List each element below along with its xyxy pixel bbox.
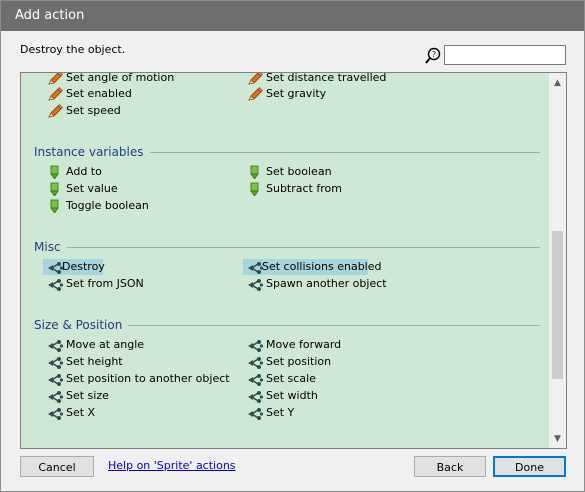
- list-item-label: Set position: [266, 355, 332, 368]
- list-item-label: Set collisions enabled: [262, 260, 382, 273]
- sprite-action-icon: [247, 373, 263, 386]
- sprite-action-icon: [47, 373, 63, 386]
- list-item-label: Subtract from: [266, 182, 342, 195]
- list-item-label: Set width: [266, 389, 318, 402]
- green-marker-icon: [250, 165, 259, 179]
- sprite-action-icon: [247, 356, 263, 369]
- list-item-label: Set from JSON: [66, 277, 144, 290]
- list-item-destroy-selected[interactable]: Destroy: [43, 259, 105, 275]
- list-item-label: Set position to another object: [66, 372, 230, 385]
- green-marker-icon: [250, 182, 259, 196]
- actions-list[interactable]: Set angle of motion Set distance travell…: [20, 72, 567, 449]
- section-title: Instance variables: [34, 143, 150, 161]
- add-action-dialog: Add action Destroy the object. ? Set ang…: [0, 0, 585, 492]
- window-title: Add action: [1, 1, 584, 31]
- back-button[interactable]: Back: [414, 456, 486, 477]
- list-item-label: Set angle of motion: [66, 73, 175, 84]
- list-item-label: Add to: [66, 165, 102, 178]
- help-link[interactable]: Help on 'Sprite' actions: [108, 459, 236, 472]
- green-marker-icon: [50, 165, 59, 179]
- list-item-set-collisions-enabled-highlighted[interactable]: Set collisions enabled: [243, 259, 382, 275]
- green-marker-icon: [50, 199, 59, 213]
- done-button[interactable]: Done: [493, 456, 566, 477]
- list-item-label: Move forward: [266, 338, 342, 351]
- list-item-label: Set X: [66, 406, 96, 419]
- list-item-label: Set scale: [266, 372, 316, 385]
- list-item-label: Set enabled: [66, 87, 132, 100]
- list-item-label: Set size: [66, 389, 109, 402]
- section-title: Size & Position: [34, 316, 129, 334]
- scrollbar-thumb[interactable]: [552, 231, 563, 379]
- actions-list-content: Set angle of motion Set distance travell…: [21, 73, 549, 448]
- list-item-label: Destroy: [62, 260, 105, 273]
- section-header-instance-variables: Instance variables: [34, 143, 540, 161]
- green-marker-icon: [50, 182, 59, 196]
- sprite-action-icon: [47, 278, 63, 291]
- list-item-label: Toggle boolean: [66, 199, 149, 212]
- svg-text:?: ?: [432, 50, 436, 59]
- sprite-action-icon: [47, 261, 63, 274]
- list-item-label: Set gravity: [266, 87, 327, 100]
- cancel-button[interactable]: Cancel: [20, 456, 94, 477]
- sprite-action-icon: [247, 261, 263, 274]
- list-item-label: Set boolean: [266, 165, 332, 178]
- sprite-action-icon: [247, 407, 263, 420]
- list-item-label: Set speed: [66, 104, 121, 117]
- section-title: Misc: [34, 238, 67, 256]
- section-header-size-position: Size & Position: [34, 316, 540, 334]
- pencil-icon: [48, 73, 63, 85]
- sprite-action-icon: [247, 390, 263, 403]
- sprite-action-icon: [47, 407, 63, 420]
- sprite-action-icon: [47, 356, 63, 369]
- list-item-label: Move at angle: [66, 338, 145, 351]
- sprite-action-icon: [247, 278, 263, 291]
- section-header-misc: Misc: [34, 238, 540, 256]
- list-item-label: Set distance travelled: [266, 73, 387, 84]
- vertical-scrollbar[interactable]: ▲ ▼: [549, 73, 566, 448]
- section-divider: [34, 247, 540, 248]
- pencil-icon: [48, 104, 63, 118]
- pencil-icon: [248, 73, 263, 85]
- list-item-label: Set Y: [266, 406, 295, 419]
- search-icon: ?: [425, 47, 441, 64]
- list-item-label: Set value: [66, 182, 118, 195]
- sprite-action-icon: [47, 390, 63, 403]
- sprite-action-icon: [247, 339, 263, 352]
- list-item-label: Set height: [66, 355, 123, 368]
- scroll-up-arrow-icon[interactable]: ▲: [549, 75, 566, 92]
- pencil-icon: [248, 87, 263, 101]
- pencil-icon: [48, 87, 63, 101]
- sprite-action-icon: [47, 339, 63, 352]
- search-input[interactable]: [444, 45, 566, 65]
- scroll-down-arrow-icon[interactable]: ▼: [549, 431, 566, 448]
- action-description: Destroy the object.: [20, 43, 126, 56]
- list-item-label: Spawn another object: [266, 277, 387, 290]
